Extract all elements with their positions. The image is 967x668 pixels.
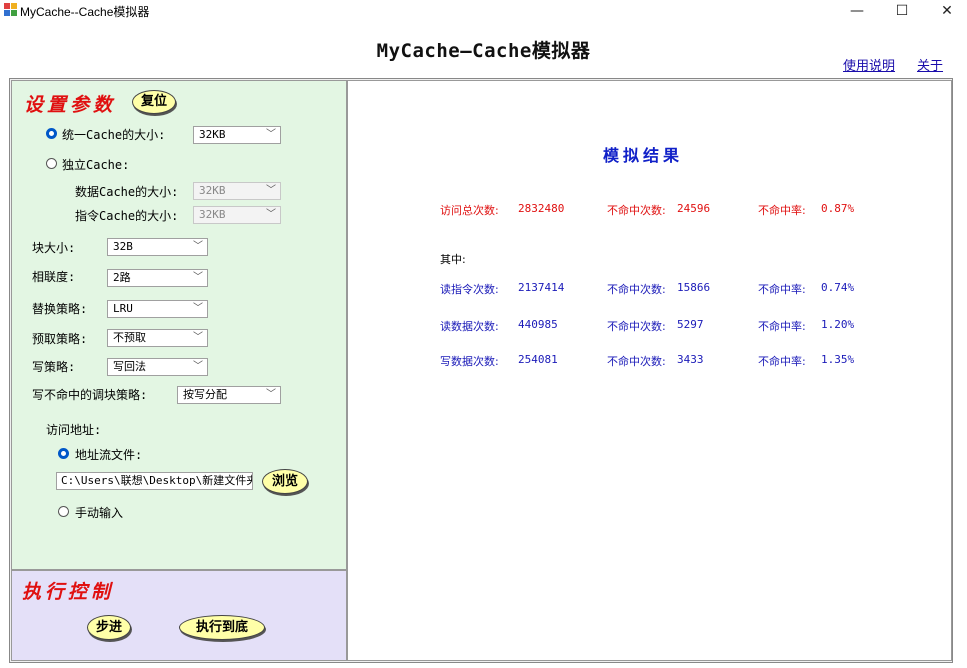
row-rate-value: 1.20%	[821, 318, 855, 331]
unified-cache-label: 统一Cache的大小:	[62, 128, 166, 142]
row-label: 读指令次数:	[440, 283, 499, 296]
row-label: 读数据次数:	[440, 320, 499, 333]
replace-select[interactable]: LRU ﹀	[107, 300, 208, 318]
replace-label: 替换策略:	[32, 302, 88, 316]
chevron-down-icon: ﹀	[266, 389, 276, 400]
settings-title: 设置参数	[24, 94, 117, 116]
manual-input-radio[interactable]	[58, 506, 69, 517]
inst-cache-select[interactable]: 32KB ﹀	[193, 206, 281, 224]
row-rate-label: 不命中率:	[758, 320, 806, 333]
window-title: MyCache--Cache模拟器	[20, 5, 150, 19]
run-to-end-button[interactable]: 执行到底	[179, 615, 265, 640]
chevron-down-icon: ﹀	[193, 241, 203, 252]
chevron-down-icon: ﹀	[266, 185, 276, 196]
minimize-button[interactable]: —	[835, 0, 879, 22]
write-alloc-select[interactable]: 按写分配 ﹀	[177, 386, 281, 404]
about-link[interactable]: 关于	[917, 55, 943, 74]
chevron-down-icon: ﹀	[193, 361, 203, 372]
chevron-down-icon: ﹀	[193, 303, 203, 314]
row-rate-label: 不命中率:	[758, 355, 806, 368]
data-cache-select[interactable]: 32KB ﹀	[193, 182, 281, 200]
maximize-button[interactable]: ☐	[880, 0, 924, 22]
among-label: 其中:	[440, 253, 466, 266]
row-rate-label: 不命中率:	[758, 283, 806, 296]
row-miss-label: 不命中次数:	[607, 283, 666, 296]
unified-cache-select[interactable]: 32KB ﹀	[193, 126, 281, 144]
title-bar: MyCache--Cache模拟器 — ☐ ✕	[0, 0, 967, 22]
row-label: 写数据次数:	[440, 355, 499, 368]
split-cache-radio[interactable]	[46, 158, 57, 169]
write-alloc-label: 写不命中的调块策略:	[32, 388, 148, 402]
chevron-down-icon: ﹀	[193, 332, 203, 343]
help-link[interactable]: 使用说明	[843, 55, 895, 74]
row-rate-value: 1.35%	[821, 353, 855, 366]
chevron-down-icon: ﹀	[266, 129, 276, 140]
exec-title: 执行控制	[22, 581, 115, 603]
write-policy-label: 写策略:	[32, 360, 76, 374]
app-icon	[4, 3, 17, 16]
split-cache-label: 独立Cache:	[62, 158, 130, 172]
row-miss-value: 3433	[677, 353, 704, 366]
address-file-label: 地址流文件:	[75, 448, 143, 462]
total-value: 2832480	[518, 202, 565, 215]
address-file-radio[interactable]	[58, 448, 69, 459]
row-miss-label: 不命中次数:	[607, 320, 666, 333]
page-title: MyCache—Cache模拟器	[376, 40, 591, 62]
total-miss-value: 24596	[677, 202, 711, 215]
prefetch-label: 预取策略:	[32, 332, 88, 346]
inst-cache-label: 指令Cache的大小:	[75, 209, 179, 223]
step-button[interactable]: 步进	[87, 615, 131, 640]
total-rate-label: 不命中率:	[758, 204, 806, 217]
address-file-input[interactable]: C:\Users\联想\Desktop\新建文件夹\	[56, 472, 253, 490]
write-policy-select[interactable]: 写回法 ﹀	[107, 358, 208, 376]
row-rate-value: 0.74%	[821, 281, 855, 294]
manual-input-label: 手动输入	[75, 506, 124, 520]
reset-button[interactable]: 复位	[132, 90, 176, 114]
settings-panel: 设置参数 复位 统一Cache的大小: 32KB ﹀ 独立Cache: 数据Cac…	[11, 80, 347, 570]
total-label: 访问总次数:	[440, 204, 499, 217]
assoc-select[interactable]: 2路 ﹀	[107, 269, 208, 287]
results-panel: 模拟结果 访问总次数: 2832480 不命中次数: 24596 不命中率: 0…	[347, 80, 952, 661]
exec-control-panel: 执行控制 步进 执行到底	[11, 570, 347, 661]
row-miss-value: 15866	[677, 281, 711, 294]
chevron-down-icon: ﹀	[193, 272, 203, 283]
total-miss-label: 不命中次数:	[607, 204, 666, 217]
results-title: 模拟结果	[603, 146, 684, 165]
row-miss-value: 5297	[677, 318, 704, 331]
total-rate-value: 0.87%	[821, 202, 855, 215]
unified-cache-radio[interactable]	[46, 128, 57, 139]
data-cache-label: 数据Cache的大小:	[75, 185, 179, 199]
row-value: 254081	[518, 353, 558, 366]
block-size-select[interactable]: 32B ﹀	[107, 238, 208, 256]
row-value: 2137414	[518, 281, 565, 294]
block-size-label: 块大小:	[32, 241, 76, 255]
row-value: 440985	[518, 318, 558, 331]
prefetch-select[interactable]: 不预取 ﹀	[107, 329, 208, 347]
address-label: 访问地址:	[46, 423, 102, 437]
browse-button[interactable]: 浏览	[262, 469, 308, 494]
chevron-down-icon: ﹀	[266, 209, 276, 220]
close-button[interactable]: ✕	[925, 0, 967, 22]
row-miss-label: 不命中次数:	[607, 355, 666, 368]
assoc-label: 相联度:	[32, 270, 76, 284]
